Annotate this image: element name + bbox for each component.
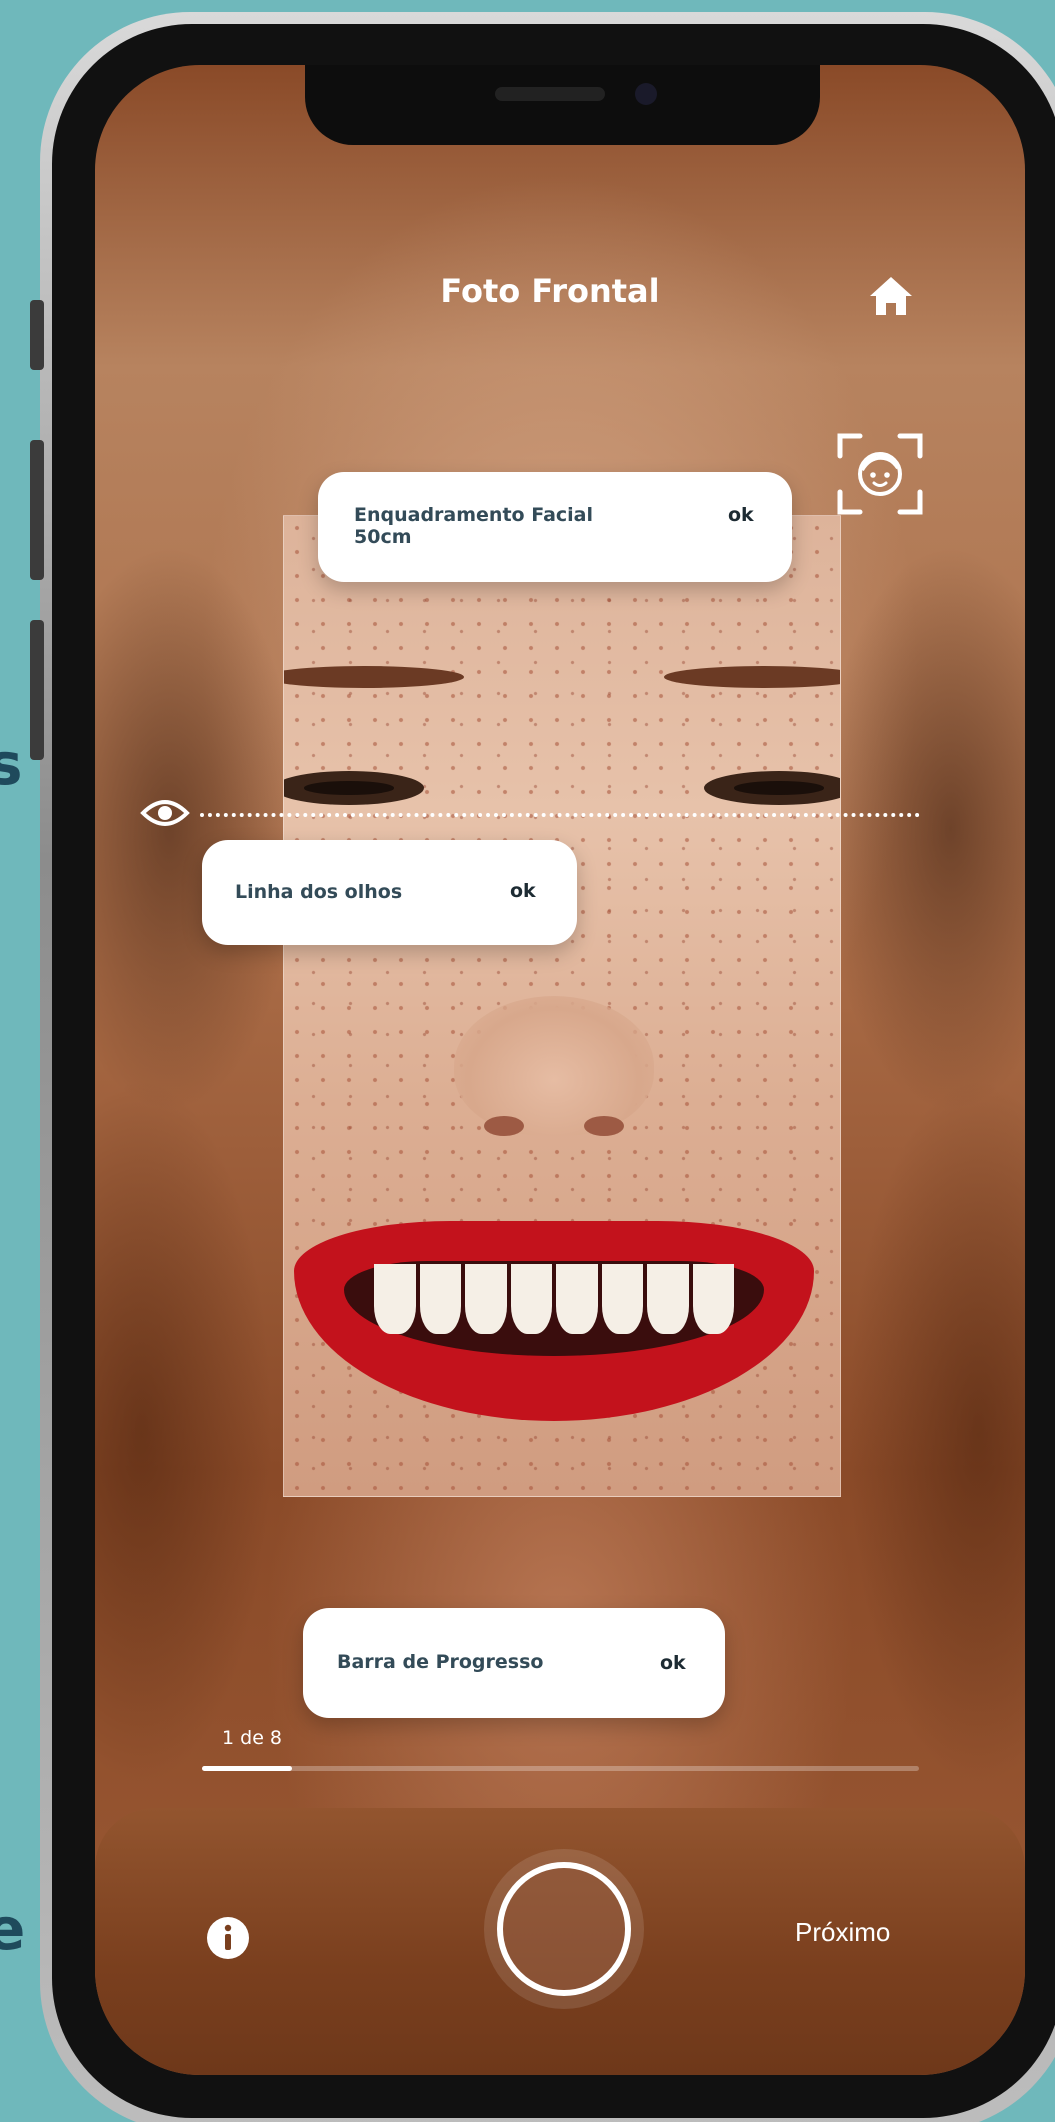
nose	[454, 996, 654, 1136]
teeth	[374, 1264, 734, 1334]
eye-line-badge: Linha dos olhos ok	[202, 840, 577, 945]
side-button-volume-down	[30, 620, 44, 760]
face-frame-icon	[837, 433, 923, 515]
tooth	[556, 1264, 598, 1334]
eye-line-label: Linha dos olhos	[235, 880, 403, 903]
face-framing-label: Enquadramento Facial 50cm	[354, 504, 594, 549]
right-nostril	[584, 1116, 624, 1136]
shutter-icon	[497, 1862, 631, 1996]
left-nostril	[484, 1116, 524, 1136]
face-frame-button[interactable]	[836, 432, 924, 516]
tooth	[419, 1264, 461, 1334]
eye-icon	[140, 800, 190, 826]
face-photo	[283, 515, 841, 1497]
info-button[interactable]	[205, 1915, 251, 1961]
tooth	[374, 1264, 416, 1334]
phone-notch	[305, 65, 820, 145]
home-button[interactable]	[868, 274, 914, 318]
progress-track	[202, 1766, 919, 1771]
edge-glyph-s: s	[0, 730, 23, 798]
edge-glyph-e: e	[0, 1895, 26, 1963]
front-camera	[635, 83, 657, 105]
eye-alignment-line	[200, 813, 920, 817]
progress-bar-label: Barra de Progresso	[337, 1651, 544, 1674]
tooth	[465, 1264, 507, 1334]
face-framing-status: ok	[728, 504, 754, 526]
tooth	[647, 1264, 689, 1334]
side-button-volume-up	[30, 440, 44, 580]
progress-count: 1 de 8	[222, 1727, 283, 1749]
progress-bar-badge: Barra de Progresso ok	[303, 1608, 725, 1718]
tooth	[692, 1264, 734, 1334]
progress-fill	[202, 1766, 292, 1771]
face-framing-label-line1: Enquadramento Facial	[354, 504, 594, 527]
tooth	[510, 1264, 552, 1334]
home-icon	[870, 277, 912, 315]
next-button[interactable]: Próximo	[795, 1917, 890, 1948]
eye-line-status: ok	[510, 880, 536, 902]
right-eye	[704, 771, 840, 805]
shutter-button[interactable]	[484, 1849, 644, 2009]
app-stage: s e Foto Frontal Enquadramento Facial 50…	[0, 0, 1055, 2122]
eye-line-marker	[140, 795, 190, 831]
info-icon	[207, 1917, 249, 1959]
speaker-grille	[495, 87, 605, 101]
page-title: Foto Frontal	[440, 272, 660, 310]
progress-bar-status: ok	[660, 1652, 686, 1674]
face-framing-badge: Enquadramento Facial 50cm ok	[318, 472, 792, 582]
face-framing-label-line2: 50cm	[354, 526, 412, 548]
side-button-mute	[30, 300, 44, 370]
tooth	[601, 1264, 643, 1334]
